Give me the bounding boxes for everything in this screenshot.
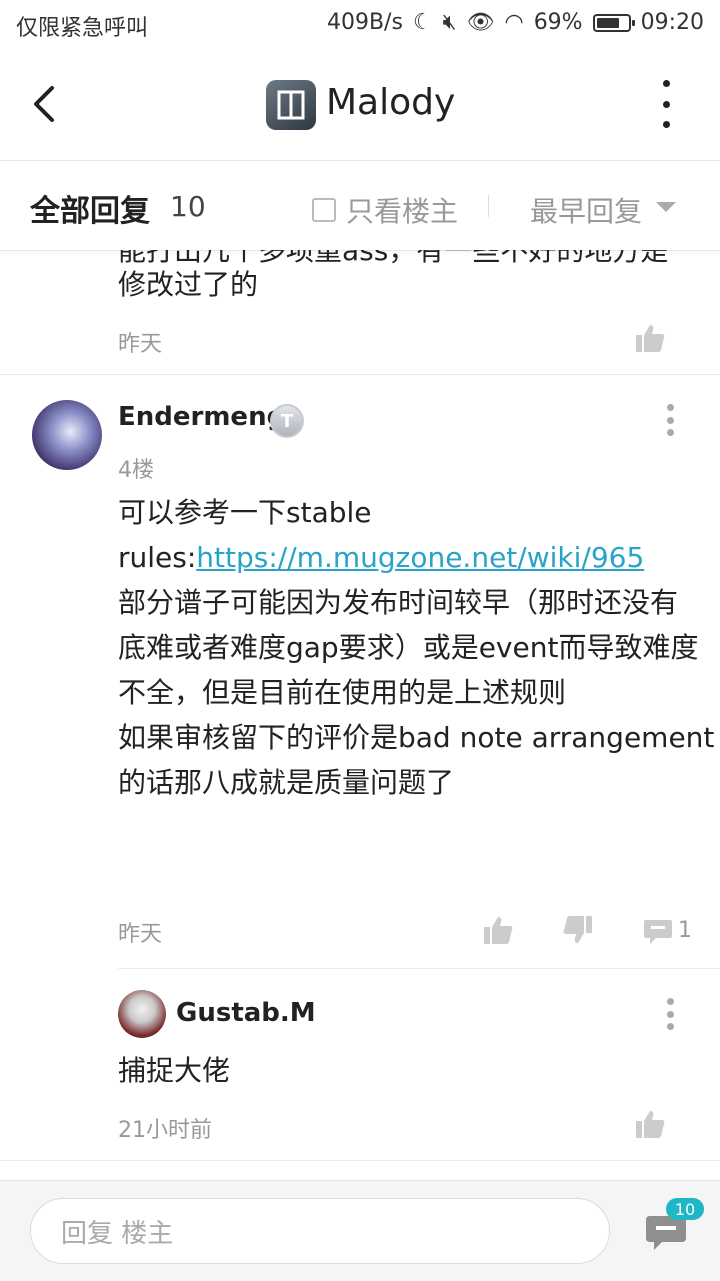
wifi-icon: ◠ <box>504 10 524 35</box>
sub-reply-author[interactable]: Gustab.M <box>176 998 316 1028</box>
sub-reply-divider <box>118 968 720 969</box>
comment-count: 1 <box>678 918 692 943</box>
avatar-gustab[interactable] <box>118 990 166 1038</box>
wiki-link[interactable]: https://m.mugzone.net/wiki/965 <box>196 541 644 574</box>
battery-percent: 69% <box>533 10 583 35</box>
checkbox-icon[interactable] <box>312 198 336 222</box>
dislike-icon[interactable] <box>562 914 592 944</box>
post-more-icon[interactable] <box>665 404 675 436</box>
only-owner-toggle[interactable]: 只看楼主 <box>312 190 458 230</box>
sub-reply-time: 21小时前 <box>118 1118 212 1143</box>
filter-divider <box>488 195 489 217</box>
only-owner-label: 只看楼主 <box>346 195 459 228</box>
post-time: 昨天 <box>118 922 163 947</box>
like-icon[interactable] <box>482 914 513 944</box>
post-line-5: 不全，但是目前在使用的是上述规则 <box>118 676 567 709</box>
sub-reply-text: 捕捉大佬 <box>118 1054 231 1087</box>
post-line-6: 如果审核留下的评价是bad note arrangement <box>118 721 715 754</box>
title-badge-icon: T <box>270 404 304 438</box>
post-line-1: 可以参考一下stable <box>118 496 372 529</box>
post-line-3: 部分谱子可能因为发布时间较早（那时还没有 <box>118 586 679 619</box>
sub-reply-more-icon[interactable] <box>665 998 675 1030</box>
network-speed: 409B/s <box>326 10 403 35</box>
bottom-divider <box>0 1160 720 1161</box>
status-left-text: 仅限紧急呼叫 <box>16 16 149 41</box>
status-bar: 仅限紧急呼叫 409B/s ☾ 🔇︎ 👁︎ ◠ 69% 09:20 <box>0 0 720 52</box>
comment-icon[interactable] <box>642 914 674 946</box>
reply-count: 10 <box>170 190 206 223</box>
post-divider <box>0 374 720 375</box>
prev-post-text: 修改过了的 <box>118 268 259 301</box>
moon-icon: ☾ <box>412 10 433 35</box>
clock: 09:20 <box>640 10 704 35</box>
post-line-2-prefix: rules: <box>118 541 197 574</box>
reply-input[interactable]: 回复 楼主 <box>30 1198 610 1264</box>
unread-badge: 10 <box>666 1198 704 1220</box>
app-logo-icon <box>266 80 316 130</box>
all-replies-label: 全部回复 <box>30 194 150 229</box>
app-title: Malody <box>326 82 456 123</box>
post-floor: 4楼 <box>118 458 154 483</box>
battery-icon <box>592 13 635 32</box>
sort-dropdown[interactable]: 最早回复 <box>530 190 642 230</box>
more-options-icon[interactable] <box>648 80 684 128</box>
like-icon[interactable] <box>634 322 665 352</box>
like-icon[interactable] <box>634 1108 665 1138</box>
post-line-4: 底难或者难度gap要求）或是event而导致难度 <box>118 631 699 664</box>
post-author[interactable]: Endermeng <box>118 402 285 432</box>
post-line-2: rules:https://m.mugzone.net/wiki/965 <box>118 535 644 580</box>
prev-post-time: 昨天 <box>118 332 163 357</box>
caret-down-icon[interactable] <box>656 202 676 212</box>
mute-icon: 🔇︎ <box>442 10 457 35</box>
post-line-7: 的话那八成就是质量问题了 <box>118 766 455 799</box>
avatar-endermeng[interactable] <box>32 400 102 470</box>
status-right: 409B/s ☾ 🔇︎ 👁︎ ◠ 69% 09:20 <box>327 10 704 35</box>
eye-icon: 👁︎ <box>466 10 495 35</box>
back-arrow-icon[interactable] <box>28 80 64 128</box>
